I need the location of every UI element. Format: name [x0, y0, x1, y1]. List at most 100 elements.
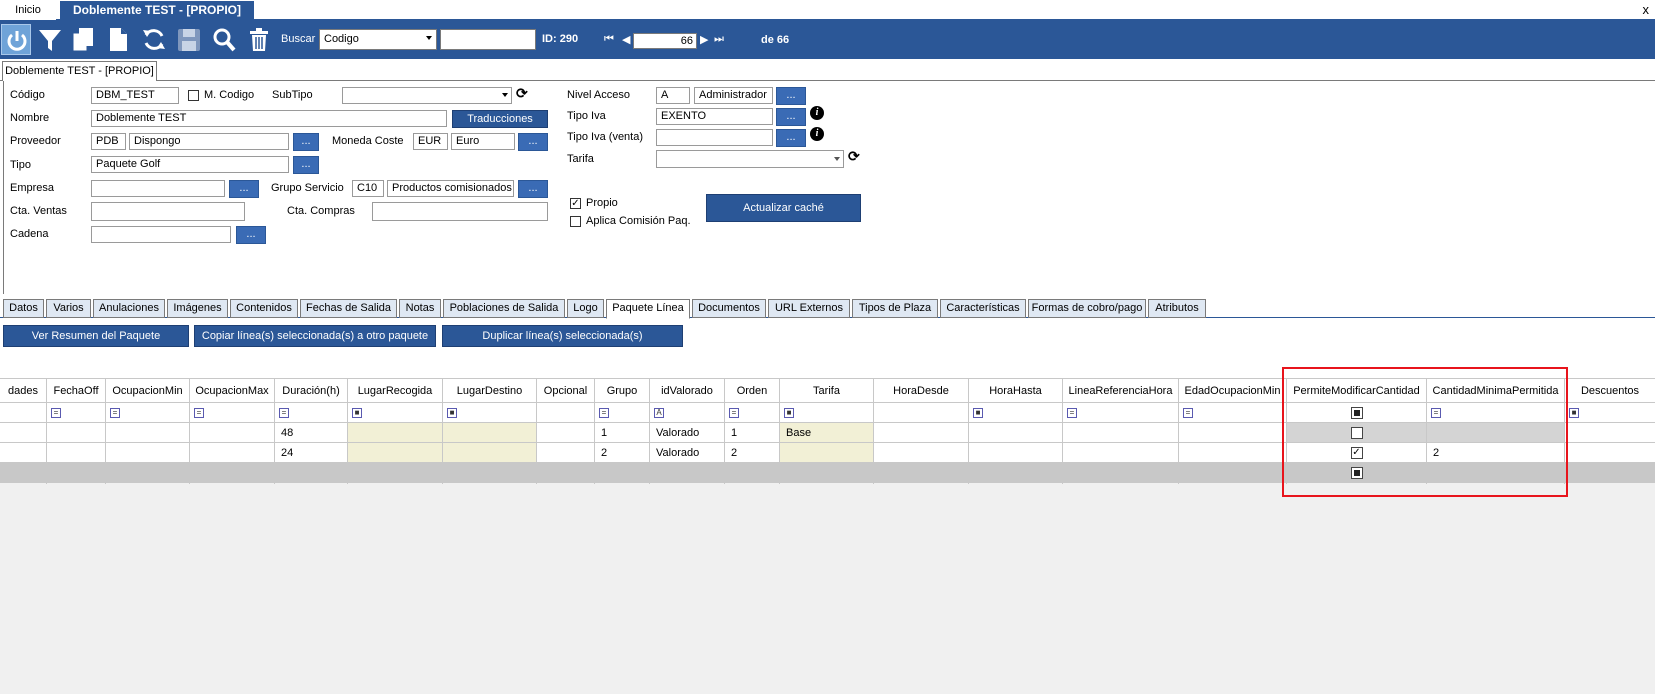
ver-resumen-button[interactable]: Ver Resumen del Paquete — [3, 325, 189, 347]
copiar-lineas-button[interactable]: Copiar línea(s) seleccionada(s) a otro p… — [194, 325, 436, 347]
duplicar-lineas-button[interactable]: Duplicar línea(s) seleccionada(s) — [442, 325, 683, 347]
filter-cell[interactable]: = — [1063, 403, 1178, 423]
proveedor-lookup-button[interactable]: ... — [293, 133, 319, 151]
column-header[interactable]: Tarifa — [780, 379, 873, 403]
refresh-icon[interactable] — [139, 24, 169, 55]
table-cell[interactable]: 2 — [595, 443, 649, 463]
filter-cell[interactable]: ■ — [1565, 403, 1655, 423]
column-header[interactable]: Opcional — [537, 379, 594, 403]
table-cell[interactable] — [969, 423, 1062, 443]
empresa-lookup-button[interactable]: ... — [229, 180, 259, 198]
column-header[interactable]: LugarRecogida — [348, 379, 442, 403]
previous-record-icon[interactable]: ◀ — [622, 33, 630, 46]
table-cell[interactable] — [537, 423, 594, 443]
search-icon[interactable] — [209, 24, 239, 55]
column-header[interactable]: HoraDesde — [874, 379, 968, 403]
tipo-field[interactable]: Paquete Golf — [91, 156, 289, 173]
table-cell[interactable] — [0, 443, 46, 463]
propio-checkbox[interactable]: ✓ — [570, 198, 581, 209]
table-cell[interactable]: 1 — [725, 423, 779, 443]
table-cell[interactable] — [190, 443, 274, 463]
table-cell[interactable] — [1063, 423, 1178, 443]
column-header[interactable]: Orden — [725, 379, 779, 403]
filter-cell[interactable]: A — [650, 403, 724, 423]
tipo-iva-venta-lookup-button[interactable]: ... — [776, 129, 806, 147]
filter-cell[interactable]: = — [106, 403, 189, 423]
filter-cell[interactable]: = — [275, 403, 347, 423]
save-icon[interactable] — [174, 24, 204, 55]
column-header[interactable]: OcupacionMax — [190, 379, 274, 403]
table-cell[interactable] — [1063, 443, 1178, 463]
first-record-icon[interactable]: ⏮ — [604, 33, 614, 46]
search-field-select[interactable]: Codigo — [319, 29, 437, 50]
column-header[interactable]: LugarDestino — [443, 379, 536, 403]
grupo-name-field[interactable]: Productos comisionados — [387, 180, 514, 197]
table-cell[interactable]: Base — [780, 423, 873, 443]
table-cell[interactable]: 48 — [275, 423, 347, 443]
cadena-field[interactable] — [91, 226, 231, 243]
tab-varios[interactable]: Varios — [46, 299, 91, 318]
table-cell[interactable] — [106, 423, 189, 443]
cadena-lookup-button[interactable]: ... — [236, 226, 266, 244]
empresa-field[interactable] — [91, 180, 225, 197]
tab-paquete-linea[interactable]: Paquete Línea — [606, 299, 690, 319]
table-cell[interactable]: 24 — [275, 443, 347, 463]
table-cell[interactable] — [0, 423, 46, 443]
mcodigo-checkbox[interactable] — [188, 90, 199, 101]
codigo-field[interactable]: DBM_TEST — [91, 87, 179, 104]
table-cell[interactable] — [47, 423, 105, 443]
tab-url-externos[interactable]: URL Externos — [768, 299, 850, 318]
tab-anulaciones[interactable]: Anulaciones — [93, 299, 165, 318]
table-cell[interactable] — [348, 423, 442, 443]
trash-icon[interactable] — [244, 24, 274, 55]
tab-inicio[interactable]: Inicio — [0, 1, 56, 20]
tipo-lookup-button[interactable]: ... — [293, 156, 319, 174]
table-cell[interactable] — [348, 443, 442, 463]
table-cell[interactable] — [106, 443, 189, 463]
filter-cell[interactable] — [0, 403, 46, 423]
filter-cell[interactable]: ■ — [780, 403, 873, 423]
filter-cell[interactable]: = — [595, 403, 649, 423]
nombre-field[interactable]: Doblemente TEST — [91, 110, 447, 127]
tab-caracteristicas[interactable]: Características — [940, 299, 1026, 318]
power-icon[interactable] — [1, 24, 31, 55]
last-record-icon[interactable]: ⏭ — [714, 33, 724, 46]
column-header[interactable]: EdadOcupacionMin — [1179, 379, 1286, 403]
table-cell[interactable] — [443, 443, 536, 463]
table-cell[interactable]: 1 — [595, 423, 649, 443]
column-header[interactable]: HoraHasta — [969, 379, 1062, 403]
filter-icon[interactable] — [35, 24, 65, 55]
info-icon[interactable]: i — [810, 106, 824, 120]
tab-fechas-salida[interactable]: Fechas de Salida — [300, 299, 397, 318]
subtipo-refresh-icon[interactable]: ⟳ — [516, 85, 528, 102]
table-cell[interactable] — [780, 443, 873, 463]
table-cell[interactable]: Valorado — [650, 423, 724, 443]
tab-documentos[interactable]: Documentos — [692, 299, 766, 318]
column-header[interactable]: LineaReferenciaHora — [1063, 379, 1178, 403]
next-record-icon[interactable]: ▶ — [700, 33, 708, 46]
filter-cell[interactable]: ■ — [969, 403, 1062, 423]
filter-cell[interactable] — [874, 403, 968, 423]
proveedor-name-field[interactable]: Dispongo — [129, 133, 289, 150]
column-header[interactable]: OcupacionMin — [106, 379, 189, 403]
traducciones-button[interactable]: Traducciones — [452, 110, 548, 128]
table-cell[interactable] — [443, 423, 536, 443]
tab-contenidos[interactable]: Contenidos — [230, 299, 298, 318]
tipo-iva-field[interactable]: EXENTO — [656, 108, 773, 125]
nivel-lookup-button[interactable]: ... — [776, 87, 806, 105]
column-header[interactable]: idValorado — [650, 379, 724, 403]
column-header[interactable]: Descuentos — [1565, 379, 1655, 403]
filter-cell[interactable]: = — [190, 403, 274, 423]
table-cell[interactable] — [1179, 423, 1286, 443]
column-header[interactable]: Grupo — [595, 379, 649, 403]
table-cell[interactable]: Valorado — [650, 443, 724, 463]
grupo-lookup-button[interactable]: ... — [518, 180, 548, 198]
column-header[interactable]: Duración(h) — [275, 379, 347, 403]
table-cell[interactable] — [1565, 443, 1655, 463]
table-cell[interactable] — [47, 443, 105, 463]
table-cell[interactable] — [1565, 423, 1655, 443]
tab-datos[interactable]: Datos — [3, 299, 44, 318]
moneda-lookup-button[interactable]: ... — [518, 133, 548, 151]
tab-atributos[interactable]: Atributos — [1148, 299, 1206, 318]
nivel-code-field[interactable]: A — [656, 87, 690, 104]
